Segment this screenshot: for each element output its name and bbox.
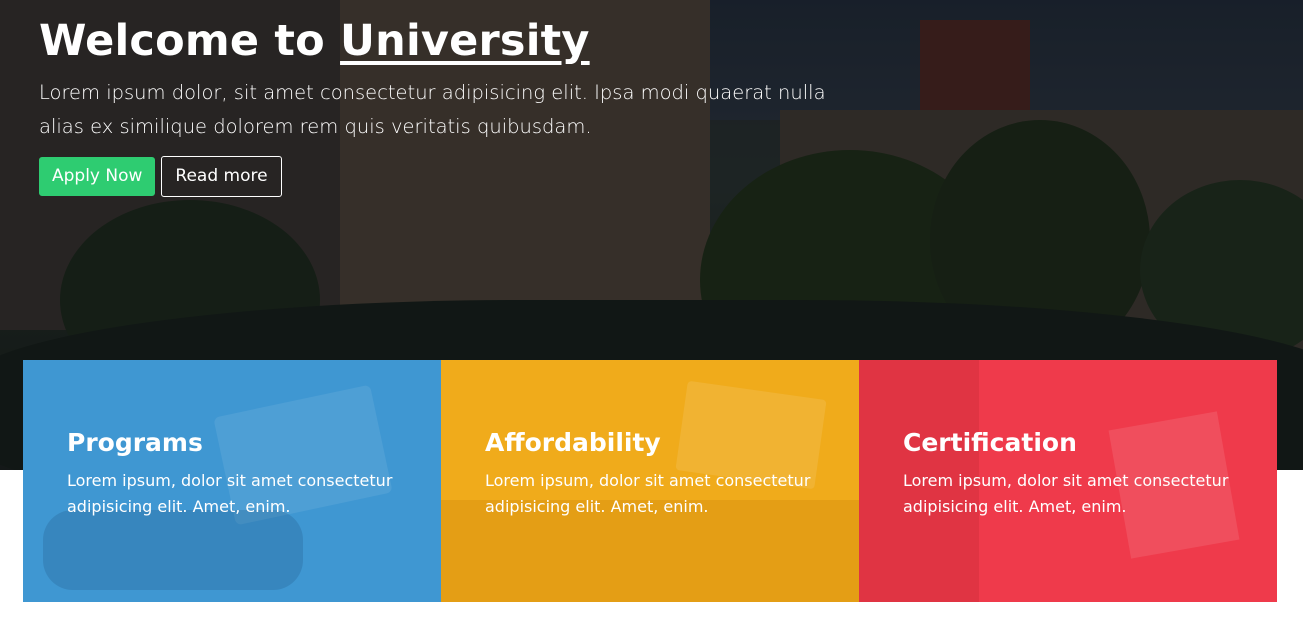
card-text: Lorem ipsum, dolor sit amet consectetur … [485,471,811,516]
hero-buttons: Apply Now Read more [39,156,282,197]
hero-title: Welcome to University [39,14,839,68]
university-link[interactable]: University [340,16,590,66]
card-programs: Programs Lorem ipsum, dolor sit amet con… [23,360,441,602]
read-more-button[interactable]: Read more [161,156,282,197]
hero-content: Welcome to University Lorem ipsum dolor,… [39,14,839,144]
card-bg-decoration [43,510,303,590]
hero-description: Lorem ipsum dolor, sit amet consectetur … [39,81,826,138]
apply-now-button[interactable]: Apply Now [39,157,156,196]
card-text: Lorem ipsum, dolor sit amet consectetur … [67,471,393,516]
card-affordability: Affordability Lorem ipsum, dolor sit ame… [441,360,859,602]
card-title: Programs [67,428,203,457]
hero-title-prefix: Welcome to [39,16,341,66]
card-title: Affordability [485,428,661,457]
card-text: Lorem ipsum, dolor sit amet consectetur … [903,471,1229,516]
card-certification: Certification Lorem ipsum, dolor sit ame… [859,360,1277,602]
card-title: Certification [903,428,1077,457]
feature-cards: Programs Lorem ipsum, dolor sit amet con… [23,360,1277,602]
